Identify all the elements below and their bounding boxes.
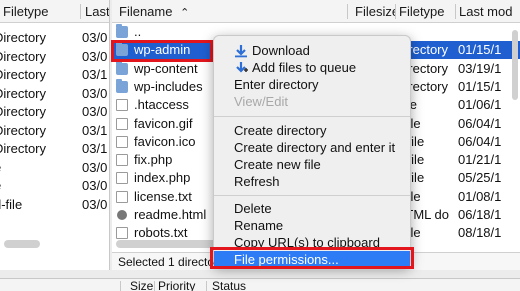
folder-icon [116,42,128,57]
table-row[interactable]: Directory 03/0 [0,103,109,121]
last-modified-cell: 06/18/1 [458,207,502,222]
folder-icon [116,24,128,38]
table-row[interactable]: d-file 03/0 [0,196,109,214]
menu-item-copy-urls[interactable]: Copy URL(s) to clipboard [214,234,410,251]
gear-icon [117,210,127,220]
last-modified-cell: 01/08/1 [458,188,502,204]
queue-col-size[interactable]: Size [130,279,153,291]
local-list-header: Filetype Last [0,0,109,23]
table-row[interactable]: e03/0 [0,177,109,195]
last-modified-cell: 01/21/1 [458,152,502,168]
sort-ascending-icon: ⌃ [180,7,190,19]
last-modified-cell: 03/1 [82,122,108,138]
menu-item-add-to-queue[interactable]: Add files to queue [214,59,410,76]
menu-item-create-new-file[interactable]: Create new file [214,156,410,173]
file-icon [116,117,128,130]
file-icon [116,190,128,203]
table-row[interactable]: Directory 03/0 [0,48,109,66]
last-modified-cell: 01/15/1 [458,42,502,58]
filetype-cell: Directory [0,48,47,64]
filetype-cell: Directory [0,104,47,119]
table-row[interactable]: Directory 03/1 [0,122,109,140]
last-modified-cell: 03/19/1 [458,60,502,76]
file-icon [116,227,128,240]
last-modified-cell: 05/25/1 [458,170,502,186]
menu-item-file-permissions[interactable]: File permissions... [214,251,410,268]
menu-item-rename[interactable]: Rename [214,217,410,234]
filetype-cell: d-file [0,196,23,212]
local-file-list[interactable]: Filetype Last Directory 03/0 Directory 03/0… [0,0,110,270]
queue-col-status[interactable]: Status [212,279,246,291]
table-row[interactable]: e03/0 [0,159,109,177]
add-to-queue-icon [236,62,248,73]
filetype-cell: Directory [0,85,47,101]
last-modified-cell: 03/0 [82,48,108,64]
download-arrow-icon [235,45,247,58]
last-modified-cell: 03/0 [82,196,108,212]
menu-separator [214,116,410,117]
queue-col-priority[interactable]: Priority [158,279,195,291]
menu-item-view-edit: View/Edit [234,94,288,109]
last-modified-cell: 06/04/1 [458,115,502,131]
column-divider [347,4,348,19]
column-divider [80,4,81,19]
folder-icon [116,60,128,75]
filetype-cell: Directory [0,141,47,156]
col-filename-header[interactable]: Filename ⌃ [116,0,216,23]
last-modified-cell: 01/06/1 [458,97,502,113]
filetype-cell: Directory [0,67,47,82]
col-filetype-header[interactable]: Filetype [396,0,456,23]
filetype-cell: Directory [0,122,47,138]
remote-vertical-scrollbar[interactable] [512,30,518,100]
column-divider [120,281,121,291]
filename-header-label: Filename [119,4,173,19]
filetype-cell: e [0,159,80,177]
context-menu: Download Add files to queue Enter direct… [213,35,411,268]
menu-item-create-directory-enter[interactable]: Create directory and enter it [214,139,410,156]
filetype-cell: e [0,177,80,195]
last-modified-cell: 03/1 [82,141,108,156]
filetype-cell: Directory [0,30,47,45]
last-modified-cell: 08/18/1 [458,225,502,241]
table-row[interactable]: Directory 03/0 [0,29,109,47]
file-icon [116,154,128,167]
col-last-modified-header[interactable]: Last mod [456,0,520,23]
last-modified-cell: 03/0 [82,178,108,193]
last-modified-cell: 03/0 [82,104,108,119]
last-modified-cell: 03/0 [82,85,108,101]
column-divider [206,281,207,291]
remote-list-header: Filename ⌃ Filesize Filetype Last mod [112,0,520,23]
table-row[interactable]: Directory 03/1 [0,140,109,158]
menu-label: Add files to queue [252,60,357,75]
last-modified-cell: 06/04/1 [458,133,502,149]
menu-item-enter-directory[interactable]: Enter directory [214,76,410,93]
menu-item-download[interactable]: Download [214,42,410,59]
last-modified-cell: 03/0 [82,30,108,45]
folder-icon [116,78,128,93]
last-modified-cell: 03/1 [82,67,108,82]
col-filetype-header[interactable]: Filetype [0,0,80,23]
file-icon [116,135,128,148]
menu-item-refresh[interactable]: Refresh [214,173,410,190]
last-modified-cell: 03/0 [82,159,108,175]
column-divider [154,281,155,291]
last-modified-cell: 01/15/1 [458,78,502,94]
menu-label: Download [252,43,310,58]
local-horizontal-scrollbar[interactable] [4,240,40,248]
menu-item-create-directory[interactable]: Create directory [214,122,410,139]
col-filesize-header[interactable]: Filesize [352,0,396,23]
table-row[interactable]: Directory 03/0 [0,85,109,103]
file-icon [116,99,128,112]
menu-item-delete[interactable]: Delete [214,200,410,217]
menu-separator [214,195,410,196]
transfer-queue-header: Size Priority Status [0,278,520,291]
col-last-modified-header[interactable]: Last [82,0,109,23]
file-icon [116,172,128,185]
table-row[interactable]: Directory 03/1 [0,66,109,84]
